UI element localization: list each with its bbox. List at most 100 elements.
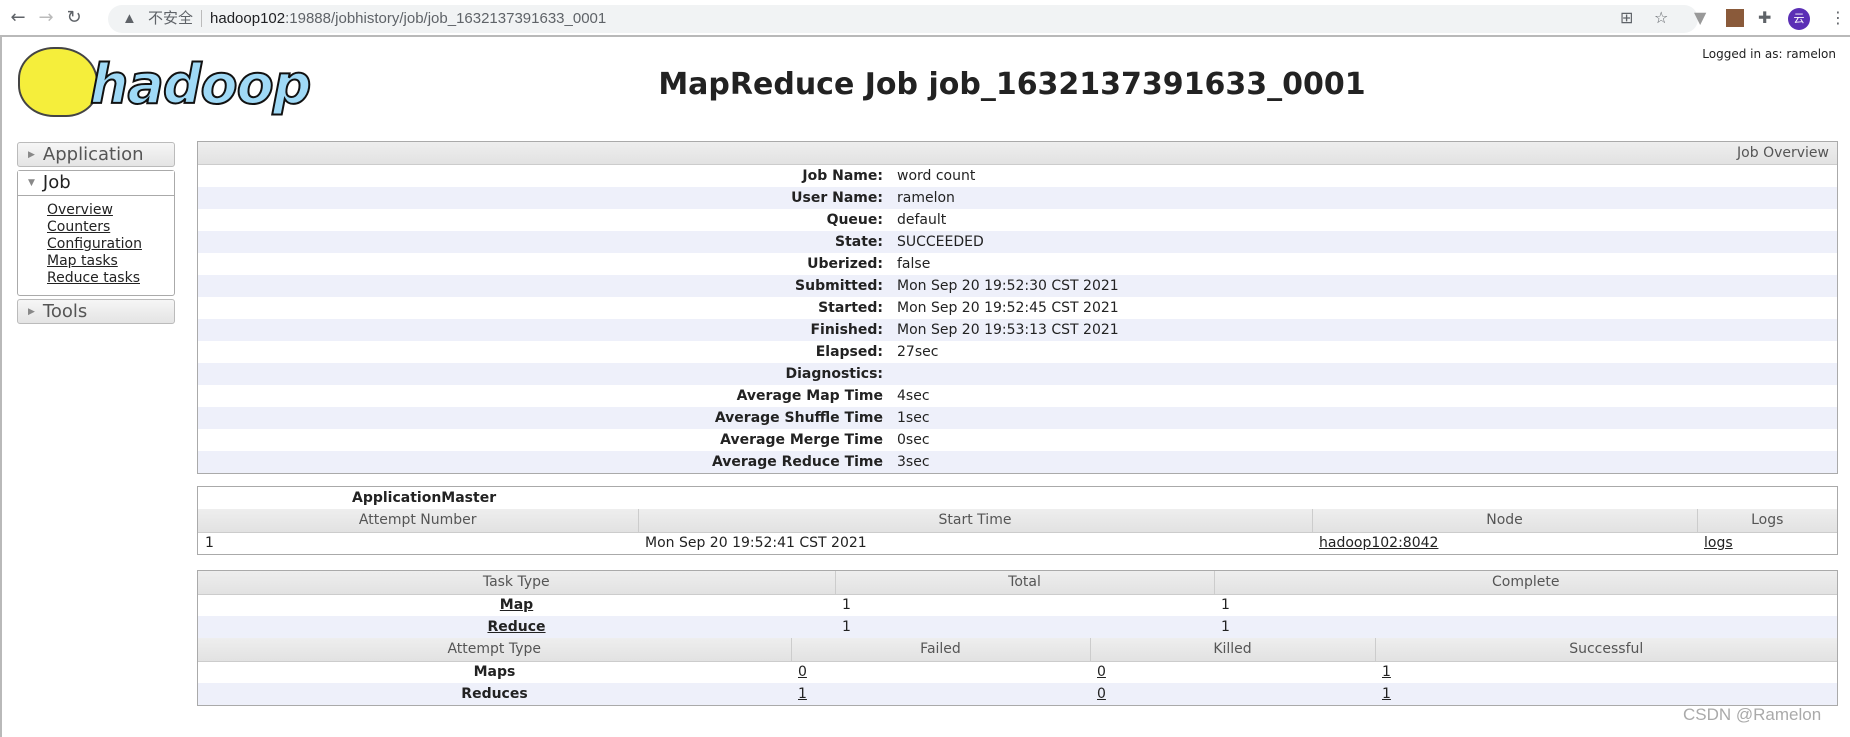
successful-link[interactable]: 1: [1382, 686, 1391, 702]
overview-value: 0sec: [897, 432, 930, 448]
table-row: 1 Mon Sep 20 19:52:41 CST 2021 hadoop102…: [198, 532, 1837, 554]
triangle-right-icon: ▶: [28, 307, 35, 317]
reduce-link[interactable]: Reduce: [487, 619, 545, 635]
triangle-down-icon: ▼: [28, 178, 35, 188]
overview-row: Submitted: Mon Sep 20 19:52:30 CST 2021: [198, 275, 1837, 297]
map-link[interactable]: Map: [500, 597, 533, 613]
overview-row: Elapsed: 27sec: [198, 341, 1837, 363]
page: hadoop MapReduce Job job_1632137391633_0…: [0, 37, 1850, 737]
link-map-tasks[interactable]: Map tasks: [47, 253, 174, 270]
col-start-time: Start Time: [637, 509, 1312, 533]
job-overview-table: Job Overview Job Name: word count User Nam…: [197, 141, 1838, 474]
forward-icon[interactable]: →: [34, 7, 58, 28]
vue-extension-icon[interactable]: ▼: [1694, 8, 1706, 27]
menu-kebab-icon[interactable]: ⋮: [1830, 8, 1846, 27]
col-attempt-number: Attempt Number: [198, 509, 638, 533]
overview-row: User Name: ramelon: [198, 187, 1837, 209]
overview-value: default: [897, 212, 947, 228]
table-row: Map 1 1: [198, 594, 1837, 616]
overview-key: Elapsed:: [815, 344, 883, 360]
overview-value: [897, 363, 1837, 385]
triangle-right-icon: ▶: [28, 150, 35, 160]
failed-link[interactable]: 1: [798, 686, 807, 702]
overview-value: 1sec: [897, 407, 1837, 429]
label: Application: [42, 144, 144, 165]
warning-icon: ▲: [122, 10, 137, 27]
overview-key: User Name:: [198, 187, 897, 209]
overview-key: Uberized:: [807, 256, 883, 272]
application-master-title: ApplicationMaster: [352, 490, 497, 506]
overview-value: Mon Sep 20 19:52:45 CST 2021: [897, 300, 1119, 316]
application-master-table: ApplicationMaster Attempt Number Start T…: [197, 486, 1838, 555]
col-attempt-type: Attempt Type: [198, 638, 791, 662]
overview-value: false: [897, 256, 931, 272]
address-bar[interactable]: ▲ 不安全 hadoop102:19888/jobhistory/job/job_…: [108, 5, 1698, 33]
overview-value: 27sec: [897, 344, 939, 360]
sidebar-job: ▼ Job Overview Counters Configuration Map…: [17, 170, 175, 296]
browser-toolbar: ← → ↻ ▲ 不安全 hadoop102:19888/jobhistory/jo…: [0, 0, 1850, 37]
profile-avatar[interactable]: 云: [1788, 8, 1810, 30]
overview-value: SUCCEEDED: [897, 231, 1837, 253]
insecure-label: 不安全: [148, 10, 203, 27]
extensions-puzzle-icon[interactable]: ✚: [1758, 8, 1771, 27]
overview-row: Uberized: false: [198, 253, 1837, 275]
overview-value: word count: [897, 168, 976, 184]
overview-row: Average Map Time 4sec: [198, 385, 1837, 407]
killed-link[interactable]: 0: [1097, 686, 1106, 702]
label: Job: [42, 172, 71, 193]
bookmark-star-icon[interactable]: ☆: [1654, 8, 1668, 27]
overview-key: Finished:: [198, 319, 897, 341]
overview-key: Submitted:: [198, 275, 897, 297]
overview-key: State:: [198, 231, 897, 253]
killed-link[interactable]: 0: [1097, 664, 1106, 680]
sidebar-tools[interactable]: ▶ Tools: [17, 299, 175, 324]
col-total: Total: [834, 571, 1214, 595]
overview-key: Average Reduce Time: [198, 451, 897, 473]
page-title: MapReduce Job job_1632137391633_0001: [658, 67, 1366, 102]
overview-row: State: SUCCEEDED: [198, 231, 1837, 253]
overview-row: Diagnostics:: [198, 363, 1837, 385]
overview-row: Finished: Mon Sep 20 19:53:13 CST 2021: [198, 319, 1837, 341]
logged-in-user: Logged in as: ramelon: [1702, 47, 1836, 61]
col-node: Node: [1311, 509, 1697, 533]
col-successful: Successful: [1374, 638, 1837, 662]
overview-key: Average Map Time: [736, 388, 883, 404]
extension-avatar-icon[interactable]: [1726, 9, 1744, 27]
logs-link[interactable]: logs: [1704, 535, 1733, 551]
overview-row: Job Name: word count: [198, 165, 1837, 187]
link-overview[interactable]: Overview: [47, 202, 174, 219]
overview-value: Mon Sep 20 19:52:30 CST 2021: [897, 275, 1837, 297]
overview-row: Average Reduce Time 3sec: [198, 451, 1837, 473]
overview-row: Average Merge Time 0sec: [198, 429, 1837, 451]
link-reduce-tasks[interactable]: Reduce tasks: [47, 270, 174, 287]
sidebar: ▶ Application ▼ Job Overview Counters Conf…: [17, 142, 175, 324]
col-logs: Logs: [1696, 509, 1837, 533]
overview-row: Queue: default: [198, 209, 1837, 231]
url-host: hadoop102: [210, 10, 286, 27]
back-icon[interactable]: ←: [6, 7, 30, 28]
overview-value: ramelon: [897, 187, 1837, 209]
label: Tools: [42, 301, 88, 322]
watermark: CSDN @Ramelon: [1683, 705, 1822, 724]
overview-key: Queue:: [826, 212, 883, 228]
attempt-type: Reduces: [198, 683, 791, 705]
sidebar-application[interactable]: ▶ Application: [17, 142, 175, 167]
failed-link[interactable]: 0: [798, 664, 807, 680]
col-complete: Complete: [1213, 571, 1837, 595]
link-configuration[interactable]: Configuration: [47, 236, 174, 253]
complete: 1: [1214, 616, 1837, 638]
successful-link[interactable]: 1: [1382, 664, 1391, 680]
complete: 1: [1221, 597, 1230, 614]
node-link[interactable]: hadoop102:8042: [1319, 535, 1438, 551]
overview-key: Job Name:: [802, 168, 883, 184]
job-overview-heading: Job Overview: [198, 142, 1837, 165]
overview-key: Average Shuffle Time: [198, 407, 897, 429]
sidebar-job-header[interactable]: ▼ Job: [18, 171, 174, 196]
url-path: :19888/jobhistory/job/job_1632137391633_…: [285, 10, 607, 27]
link-counters[interactable]: Counters: [47, 219, 174, 236]
start-time: Mon Sep 20 19:52:41 CST 2021: [645, 535, 867, 552]
reload-icon[interactable]: ↻: [62, 7, 86, 28]
translate-icon[interactable]: ⊞: [1620, 8, 1633, 27]
overview-key: Average Merge Time: [720, 432, 883, 448]
table-row: Reduces 1 0 1: [198, 683, 1837, 705]
